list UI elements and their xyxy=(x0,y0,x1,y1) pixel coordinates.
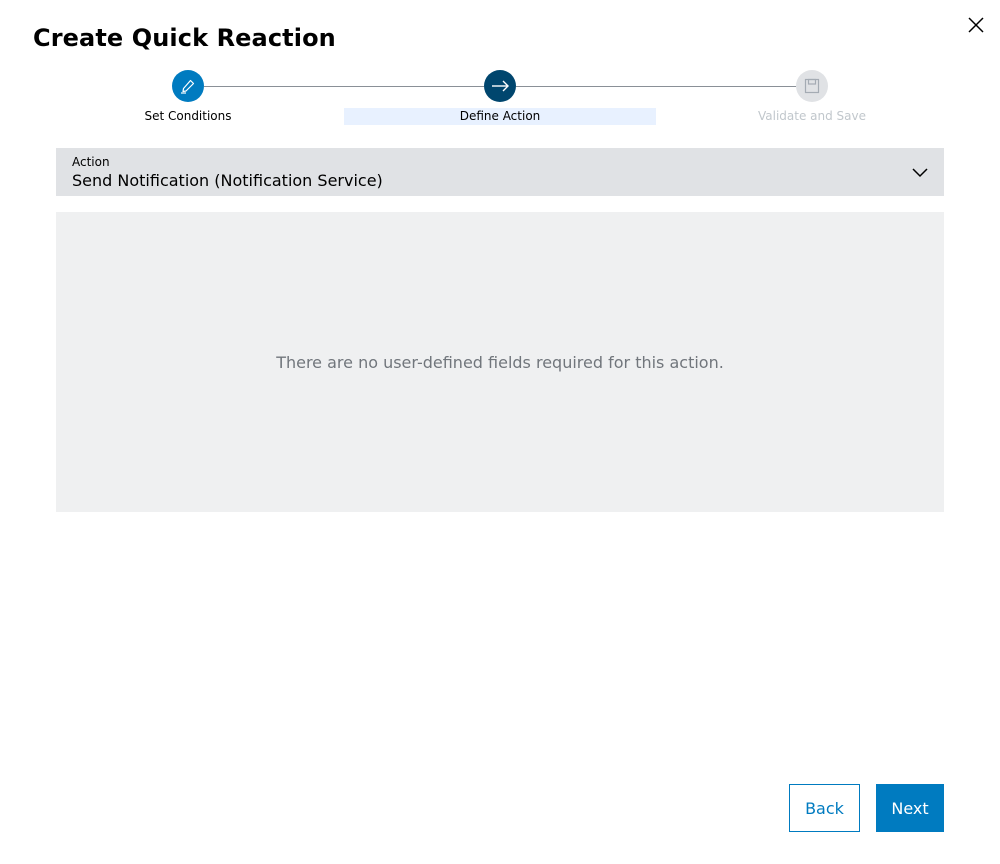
step-label-set-conditions: Set Conditions xyxy=(144,109,232,123)
arrow-right-icon xyxy=(492,80,509,92)
step-validate-and-save xyxy=(796,70,828,102)
chevron-down-icon xyxy=(912,168,928,178)
stepper-connector-1 xyxy=(204,86,484,87)
step-set-conditions[interactable] xyxy=(172,70,204,102)
close-button[interactable] xyxy=(962,12,990,40)
step-label-define-action: Define Action xyxy=(344,108,656,125)
action-fields-panel: There are no user-defined fields require… xyxy=(56,212,944,512)
action-select[interactable]: Action Send Notification (Notification S… xyxy=(56,148,944,196)
no-fields-message: There are no user-defined fields require… xyxy=(276,352,724,372)
stepper-connector-2 xyxy=(516,86,796,87)
next-button[interactable]: Next xyxy=(876,784,944,832)
close-icon xyxy=(968,17,984,33)
action-select-value: Send Notification (Notification Service) xyxy=(72,171,383,190)
step-define-action[interactable] xyxy=(484,70,516,102)
action-select-label: Action xyxy=(72,155,110,169)
dialog-title: Create Quick Reaction xyxy=(33,24,336,52)
step-label-validate-and-save: Validate and Save xyxy=(757,109,867,123)
save-icon xyxy=(804,78,820,94)
create-quick-reaction-dialog: Create Quick Reaction Set Conditions Def… xyxy=(0,0,1000,864)
pencil-icon xyxy=(181,79,195,94)
back-button[interactable]: Back xyxy=(789,784,860,832)
